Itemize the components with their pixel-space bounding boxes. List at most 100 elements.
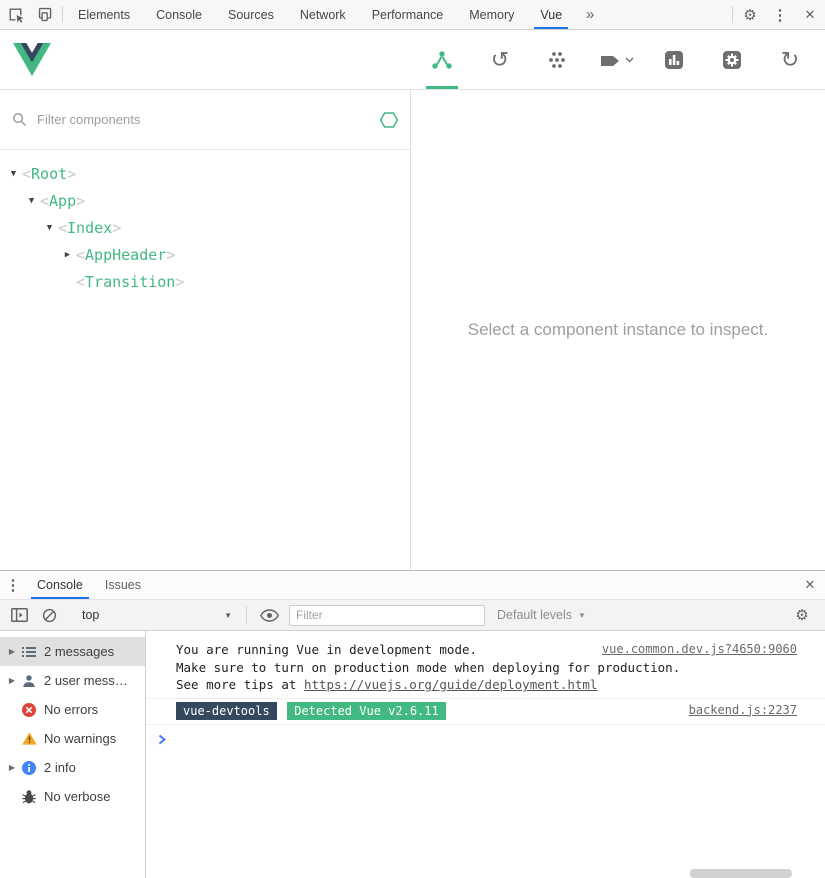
chevron-right-icon[interactable]: ▶	[5, 763, 19, 772]
message-line: See more tips at https://vuejs.org/guide…	[176, 676, 797, 694]
component-tag: App	[40, 192, 85, 210]
tabbar-spacer	[605, 0, 730, 29]
component-tree: ▼ Root ▼ App ▼ Index ▶ AppHeader ▶ Tra	[0, 150, 410, 295]
component-tree-pane: ▼ Root ▼ App ▼ Index ▶ AppHeader ▶ Tra	[0, 90, 411, 570]
message-source-link[interactable]: vue.common.dev.js?4650:9060	[602, 642, 797, 656]
component-inspector-pane: Select a component instance to inspect.	[411, 90, 825, 570]
tree-node-root[interactable]: ▼ Root	[0, 160, 410, 187]
tab-drawer-console[interactable]: Console	[26, 571, 94, 599]
device-toolbar-glyph	[38, 7, 51, 22]
tab-vue[interactable]: Vue	[527, 0, 575, 29]
expand-arrow-icon[interactable]: ▼	[23, 196, 40, 206]
settings-gear-icon[interactable]: ⚙	[735, 0, 765, 29]
tree-node-appheader[interactable]: ▶ AppHeader	[0, 241, 410, 268]
tab-label: Issues	[104, 578, 142, 592]
tab-label: Vue	[540, 7, 563, 22]
chevron-down-icon: ▼	[224, 610, 232, 620]
console-sidebar-item-info[interactable]: ▶ 2 info	[0, 753, 145, 782]
console-sidebar-toggle-icon[interactable]	[8, 608, 30, 622]
router-glyph	[600, 55, 619, 66]
close-drawer-icon[interactable]: ✕	[795, 571, 825, 599]
more-tabs-icon[interactable]: »	[575, 0, 605, 29]
tab-elements[interactable]: Elements	[65, 0, 143, 29]
console-prompt[interactable]	[146, 725, 825, 749]
tab-label: Memory	[469, 7, 515, 22]
components-glyph	[432, 50, 452, 69]
chevron-down-icon: ▼	[578, 610, 586, 620]
message-text: See more tips at	[176, 677, 304, 692]
console-messages: vue.common.dev.js?4650:9060 You are runn…	[146, 631, 825, 878]
chevron-right-icon[interactable]: ▶	[5, 676, 19, 685]
console-filter-input[interactable]	[289, 604, 485, 626]
inspect-element-glyph	[9, 8, 23, 23]
tab-memory[interactable]: Memory	[456, 0, 527, 29]
message-text: Make sure to turn on production mode whe…	[176, 659, 681, 675]
console-sidebar-item-user-messages[interactable]: ▶ 2 user mess…	[0, 666, 145, 695]
component-tag: Transition	[76, 273, 184, 291]
message-source-link[interactable]: backend.js:2237	[689, 703, 797, 717]
vue-detected-badge: Detected Vue v2.6.11	[287, 701, 446, 720]
components-tab-icon[interactable]	[413, 30, 471, 89]
error-icon	[19, 702, 39, 717]
sidebar-item-label: 2 messages	[44, 644, 115, 659]
tab-performance[interactable]: Performance	[359, 0, 457, 29]
component-name: Index	[67, 218, 113, 237]
tab-drawer-issues[interactable]: Issues	[94, 571, 152, 599]
create-live-expression-icon[interactable]	[257, 608, 281, 622]
component-filter-row	[0, 90, 410, 150]
log-levels-dropdown[interactable]: Default levels ▼	[493, 608, 590, 622]
tree-node-transition[interactable]: ▶ Transition	[0, 268, 410, 295]
console-message-dev-mode: vue.common.dev.js?4650:9060 You are runn…	[146, 638, 825, 699]
performance-icon[interactable]	[645, 30, 703, 89]
tab-label: Sources	[227, 7, 274, 22]
select-component-icon[interactable]	[380, 111, 398, 129]
tab-network[interactable]: Network	[287, 0, 359, 29]
sidebar-item-label: No errors	[44, 702, 99, 717]
horizontal-scrollbar-thumb[interactable]	[690, 869, 792, 878]
vue-devtools-toolbar: ↺ ↻	[0, 30, 825, 90]
kebab-menu-icon[interactable]: ⋮	[765, 0, 795, 29]
eye-glyph	[259, 608, 279, 622]
component-tag: AppHeader	[76, 246, 175, 264]
performance-glyph	[665, 50, 683, 69]
component-tag: Index	[58, 219, 121, 237]
sidebar-item-label: No verbose	[44, 789, 111, 804]
console-sidebar-item-verbose[interactable]: ▶ No verbose	[0, 782, 145, 811]
console-sidebar-item-messages[interactable]: ▶ 2 messages	[0, 637, 145, 666]
chevron-right-icon[interactable]: ▶	[5, 647, 19, 656]
vue-settings-icon[interactable]	[703, 30, 761, 89]
warning-icon	[19, 732, 39, 745]
tab-sources[interactable]: Sources	[215, 0, 287, 29]
expand-arrow-icon[interactable]: ▼	[5, 169, 22, 179]
toggle-device-toolbar-icon[interactable]	[30, 0, 60, 29]
collapse-arrow-icon[interactable]: ▶	[59, 250, 76, 260]
vue-toolbar-tabs: ↺ ↻	[413, 30, 819, 89]
component-inspector-empty-state: Select a component instance to inspect.	[467, 320, 769, 339]
refresh-icon[interactable]: ↻	[761, 30, 819, 89]
component-name: Transition	[85, 272, 176, 291]
console-message-vue-detected: backend.js:2237 vue-devtools Detected Vu…	[146, 699, 825, 725]
vuex-icon[interactable]	[529, 30, 587, 89]
divider	[732, 6, 733, 23]
deployment-guide-link[interactable]: https://vuejs.org/guide/deployment.html	[304, 677, 598, 692]
context-label: top	[82, 608, 100, 622]
user-icon	[19, 674, 39, 688]
tree-node-app[interactable]: ▼ App	[0, 187, 410, 214]
drawer-menu-icon[interactable]: ⋮	[0, 571, 26, 599]
console-sidebar-item-errors[interactable]: ▶ No errors	[0, 695, 145, 724]
console-sidebar-item-warnings[interactable]: ▶ No warnings	[0, 724, 145, 753]
filter-components-input[interactable]	[37, 112, 380, 127]
sidebar-toggle-glyph	[10, 608, 28, 622]
inspect-element-icon[interactable]	[0, 0, 30, 29]
tab-console[interactable]: Console	[143, 0, 215, 29]
console-settings-gear-icon[interactable]: ⚙	[787, 606, 817, 624]
javascript-context-selector[interactable]: top ▼	[78, 608, 236, 622]
router-icon[interactable]	[587, 30, 645, 89]
clear-console-icon[interactable]	[38, 608, 60, 623]
console-body: ▶ 2 messages ▶ 2 user mess… ▶	[0, 631, 825, 878]
tab-label: Console	[156, 7, 202, 22]
events-history-icon[interactable]: ↺	[471, 30, 529, 89]
tree-node-index[interactable]: ▼ Index	[0, 214, 410, 241]
close-devtools-icon[interactable]: ✕	[795, 0, 825, 29]
expand-arrow-icon[interactable]: ▼	[41, 223, 58, 233]
